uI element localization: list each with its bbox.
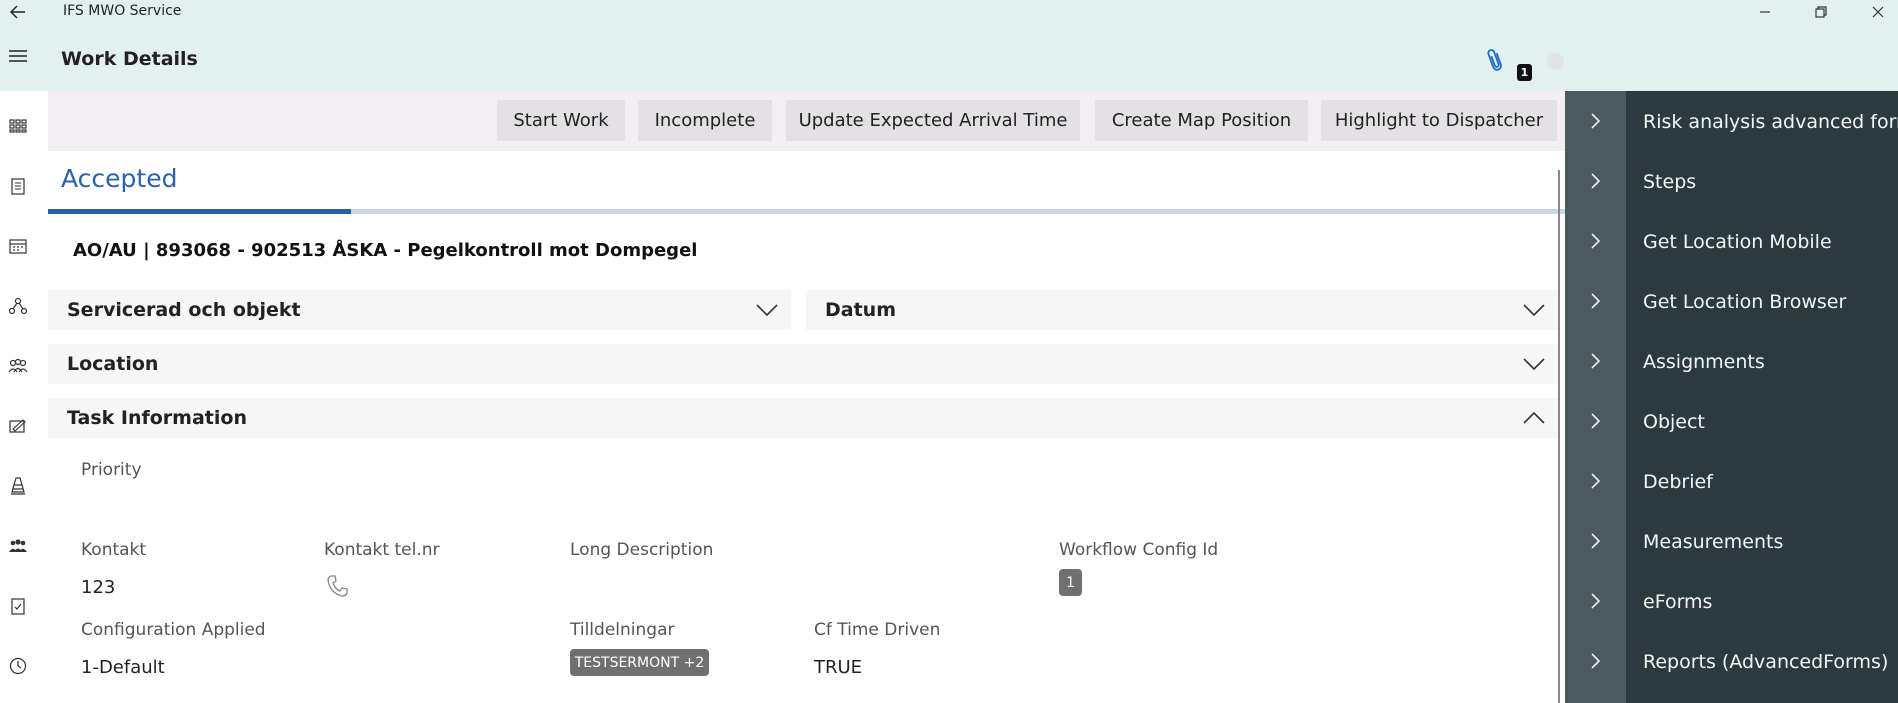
start-work-button[interactable]: Start Work [497, 100, 625, 141]
right-menu-label: Get Location Mobile [1643, 231, 1832, 253]
minimize-icon[interactable] [1742, 0, 1788, 24]
chevron-down-icon[interactable] [755, 298, 779, 322]
connection-status-dot [1547, 53, 1564, 70]
right-menu-item-debrief[interactable]: Debrief [1565, 462, 1898, 502]
tilldelningar-label: Tilldelningar [570, 620, 675, 640]
right-menu-label: Object [1643, 411, 1705, 433]
right-menu-label: Measurements [1643, 531, 1784, 553]
right-menu-item-object[interactable]: Object [1565, 402, 1898, 442]
window-titlebar: IFS MWO Service [0, 0, 1898, 24]
team-icon[interactable] [7, 355, 29, 377]
back-arrow-icon[interactable] [6, 0, 30, 24]
chevron-right-icon [1585, 470, 1607, 492]
workflow-config-id-label: Workflow Config Id [1059, 540, 1219, 560]
create-map-position-button[interactable]: Create Map Position [1095, 100, 1308, 141]
cf-time-driven-value: TRUE [814, 657, 863, 678]
status-label: Accepted [61, 164, 178, 193]
section-title: Task Information [67, 407, 247, 429]
right-menu-item-assignments[interactable]: Assignments [1565, 342, 1898, 382]
page-header: Work Details 1 [0, 24, 1898, 91]
chevron-down-icon[interactable] [1522, 352, 1546, 376]
workflow-config-id-badge: 1 [1059, 569, 1082, 596]
chevron-right-icon [1585, 410, 1607, 432]
chevron-right-icon [1585, 650, 1607, 672]
chevron-right-icon [1585, 530, 1607, 552]
tilldelningar-badge[interactable]: TESTSERMONT +2 [570, 649, 709, 676]
chevron-down-icon[interactable] [1522, 298, 1546, 322]
apps-grid-icon[interactable] [7, 115, 29, 137]
right-menu-label: Assignments [1643, 351, 1765, 373]
cf-time-driven-label: Cf Time Driven [814, 620, 941, 640]
section-title: Location [67, 353, 159, 375]
people-icon[interactable] [7, 535, 29, 557]
chevron-right-icon [1585, 170, 1607, 192]
section-task-information[interactable]: Task Information [48, 398, 1558, 438]
priority-label: Priority [81, 460, 142, 480]
chevron-right-icon [1585, 290, 1607, 312]
task-checklist-icon[interactable] [7, 595, 29, 617]
right-menu-item-reports-advancedforms[interactable]: Reports (AdvancedForms) [1565, 642, 1898, 682]
clipboard-icon[interactable] [7, 175, 29, 197]
update-expected-arrival-time-button[interactable]: Update Expected Arrival Time [786, 100, 1080, 141]
section-title: Datum [825, 299, 896, 321]
network-icon[interactable] [7, 295, 29, 317]
configuration-applied-value: 1-Default [81, 657, 165, 678]
hamburger-menu-icon[interactable] [6, 44, 30, 68]
section-title: Servicerad och objekt [67, 299, 301, 321]
vertical-scrollbar[interactable] [1558, 170, 1560, 703]
kontakt-label: Kontakt [81, 540, 147, 560]
right-menu-label: Debrief [1643, 471, 1713, 493]
restore-icon[interactable] [1798, 0, 1844, 24]
section-datum[interactable]: Datum [806, 290, 1558, 330]
left-navigation-rail [0, 91, 48, 703]
highlight-to-dispatcher-button[interactable]: Highlight to Dispatcher [1321, 100, 1557, 141]
right-menu-label: Steps [1643, 171, 1697, 193]
right-menu-item-steps[interactable]: Steps [1565, 162, 1898, 202]
traffic-cone-icon[interactable] [7, 475, 29, 497]
right-menu-label: Reports (AdvancedForms) [1643, 651, 1889, 673]
work-order-title: AO/AU | 893068 - 902513 ÅSKA - Pegelkont… [73, 240, 698, 261]
close-icon[interactable] [1855, 0, 1898, 24]
status-progress-fill [48, 209, 352, 214]
edit-form-icon[interactable] [7, 415, 29, 437]
chevron-right-icon [1585, 230, 1607, 252]
chevron-up-icon[interactable] [1522, 406, 1546, 430]
right-menu-label: eForms [1643, 591, 1713, 613]
right-menu-item-eforms[interactable]: eForms [1565, 582, 1898, 622]
right-menu-item-risk-analysis[interactable]: Risk analysis advanced forms [1565, 102, 1898, 142]
history-clock-icon[interactable] [7, 655, 29, 677]
right-menu-label: Risk analysis advanced forms [1643, 111, 1898, 133]
right-menu-item-measurements[interactable]: Measurements [1565, 522, 1898, 562]
phone-icon[interactable] [326, 574, 350, 598]
chevron-right-icon [1585, 590, 1607, 612]
configuration-applied-label: Configuration Applied [81, 620, 266, 640]
paperclip-icon[interactable] [1481, 45, 1511, 82]
page-title: Work Details [61, 48, 198, 70]
attachment-count-badge: 1 [1517, 64, 1532, 81]
right-menu-label: Get Location Browser [1643, 291, 1847, 313]
status-progress-bar [48, 209, 1565, 214]
right-menu-item-get-location-mobile[interactable]: Get Location Mobile [1565, 222, 1898, 262]
right-menu-item-get-location-browser[interactable]: Get Location Browser [1565, 282, 1898, 322]
chevron-right-icon [1585, 110, 1607, 132]
kontakt-value: 123 [81, 577, 116, 598]
action-toolbar: Start Work Incomplete Update Expected Ar… [48, 91, 1565, 151]
kontakt-tel-label: Kontakt tel.nr [324, 540, 440, 560]
right-navigation-panel: Risk analysis advanced forms Steps Get L… [1565, 91, 1898, 703]
incomplete-button[interactable]: Incomplete [638, 100, 772, 141]
long-description-label: Long Description [570, 540, 714, 560]
calendar-icon[interactable] [7, 235, 29, 257]
section-servicerad-och-objekt[interactable]: Servicerad och objekt [48, 290, 791, 330]
section-location[interactable]: Location [48, 344, 1558, 384]
chevron-right-icon [1585, 350, 1607, 372]
app-title: IFS MWO Service [63, 3, 182, 19]
